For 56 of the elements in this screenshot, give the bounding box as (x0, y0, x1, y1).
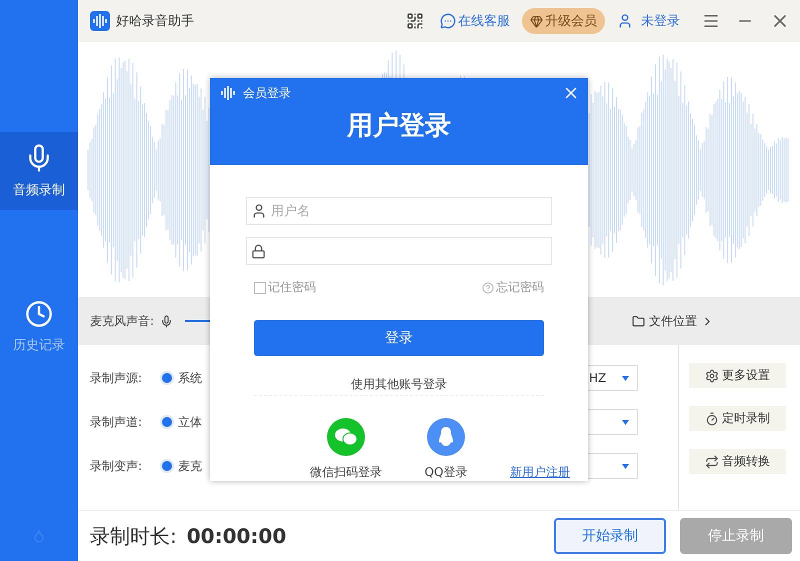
radio-button[interactable] (160, 371, 174, 385)
settings-icon (705, 368, 719, 382)
penguin-icon (427, 418, 465, 456)
radio-option-label: 系统 (178, 370, 203, 386)
qr-code-icon[interactable] (406, 12, 424, 30)
social-login-button[interactable]: 微信扫码登录 (310, 418, 382, 481)
diamond-icon (530, 14, 543, 28)
chat-icon (440, 13, 456, 29)
drop-icon (32, 528, 46, 542)
user-icon (617, 13, 633, 29)
password-field[interactable] (246, 237, 552, 265)
user-icon (251, 203, 267, 219)
online-service-link[interactable]: 在线客服 (440, 12, 510, 30)
wechat-icon (327, 418, 365, 456)
caret-icon (622, 376, 629, 380)
forgot-password-link[interactable]: 忘记密码 (482, 279, 544, 296)
file-location-link[interactable]: 文件位置 (632, 312, 714, 330)
lock-icon (251, 244, 266, 258)
setting-label: 录制声道: (90, 414, 144, 430)
start-recording-button[interactable]: 开始录制 (554, 518, 666, 554)
microphone-icon (160, 314, 174, 328)
dialog-heading: 用户登录 (346, 110, 452, 143)
login-button[interactable]: 登录 (254, 320, 544, 356)
upgrade-button[interactable]: 升级会员 (522, 8, 605, 34)
menu-icon[interactable] (702, 12, 720, 30)
repeat-icon (705, 454, 719, 468)
duration-label: 录制时长: (90, 522, 177, 550)
folder-icon (632, 314, 645, 328)
side-action-button[interactable]: 定时录制 (689, 406, 786, 431)
side-action-button[interactable]: 音频转换 (689, 449, 786, 474)
caret-icon (622, 464, 629, 468)
social-login-button[interactable]: QQ登录 (414, 418, 478, 481)
caret-icon (622, 420, 629, 424)
duration-value: 00:00:00 (186, 524, 286, 548)
radio-option-label: 麦克 (178, 458, 203, 474)
username-field[interactable]: 用户名 (246, 197, 552, 225)
radio-button[interactable] (160, 459, 174, 473)
app-title: 好哈录音助手 (116, 13, 194, 30)
radio-button[interactable] (160, 415, 174, 429)
app-logo-icon (90, 11, 110, 31)
other-login-label: 使用其他账号登录 (351, 376, 447, 393)
dialog-title: 会员登录 (243, 84, 291, 102)
radio-option-label: 立体 (178, 414, 203, 430)
sidebar-item[interactable]: 历史记录 (0, 288, 78, 366)
app-logo-icon (218, 83, 238, 103)
setting-label: 录制声源: (90, 370, 144, 386)
sidebar-item[interactable]: 音频录制 (0, 132, 78, 210)
register-link[interactable]: 新用户注册 (510, 464, 570, 481)
clock-icon (25, 300, 53, 328)
mic-volume-label: 麦克风声音: (90, 312, 154, 330)
side-action-button[interactable]: 更多设置 (689, 363, 786, 388)
help-icon (482, 282, 494, 294)
timer-icon (705, 412, 719, 426)
login-status-link[interactable]: 未登录 (617, 12, 680, 30)
remember-password-checkbox[interactable]: 记住密码 (254, 279, 316, 296)
setting-label: 录制变声: (90, 458, 144, 474)
